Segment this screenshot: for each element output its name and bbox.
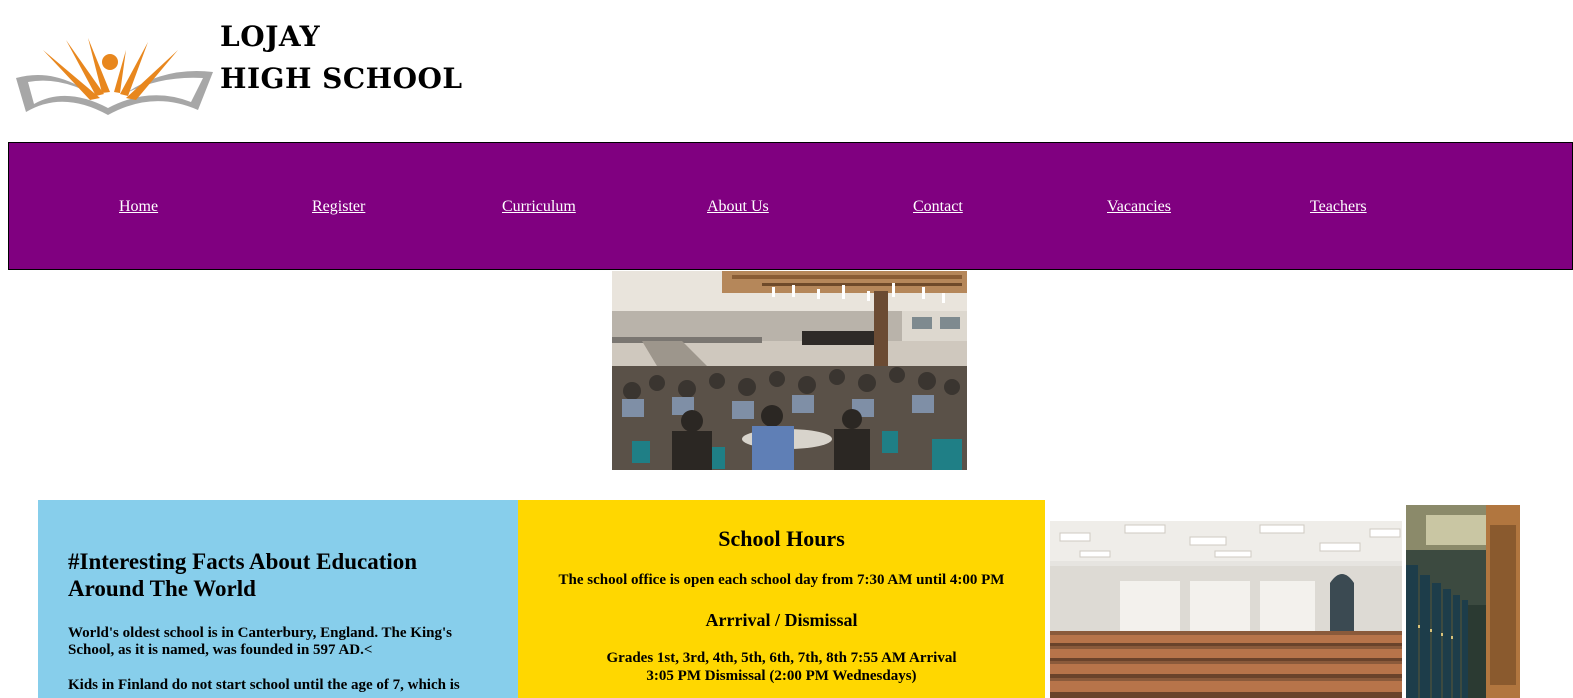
main-nav: Home Register Curriculum About Us Contac… — [8, 142, 1573, 270]
locker-hallway-photo — [1406, 505, 1520, 698]
arrival-dismissal-heading: Arrrival / Dismissal — [705, 610, 858, 630]
nav-link-register[interactable]: Register — [312, 198, 365, 216]
nav-link-teachers[interactable]: Teachers — [1310, 198, 1367, 216]
logo-text-lojay: LOJAY — [220, 20, 321, 53]
school-hours-heading: School Hours — [718, 526, 845, 551]
grades-dismissal-text: 3:05 PM Dismissal (2:00 PM Wednesdays) — [646, 668, 917, 684]
fact-paragraph: Kids in Finland do not start school unti… — [68, 677, 460, 693]
interesting-facts-panel: #Interesting Facts About Education Aroun… — [38, 500, 518, 698]
facts-heading: #Interesting Facts About Education Aroun… — [68, 549, 418, 601]
fact-paragraph: World's oldest school is in Canterbury, … — [68, 625, 452, 658]
logo-text-high-school: HIGH SCHOOL — [220, 62, 463, 95]
nav-link-home[interactable]: Home — [119, 198, 158, 216]
nav-link-curriculum[interactable]: Curriculum — [502, 198, 576, 216]
nav-link-about-us[interactable]: About Us — [707, 198, 769, 216]
cafeteria-photo — [612, 271, 967, 470]
office-hours-text: The school office is open each school da… — [558, 572, 1005, 588]
lecture-hall-photo — [1050, 521, 1402, 698]
grades-arrival-text: Grades 1st, 3rd, 4th, 5th, 6th, 7th, 8th… — [606, 650, 957, 666]
nav-link-vacancies[interactable]: Vacancies — [1107, 198, 1171, 216]
open-book-logo-icon — [16, 38, 213, 115]
nav-link-contact[interactable]: Contact — [913, 198, 963, 216]
school-hours-panel: School Hours The school office is open e… — [518, 500, 1045, 698]
school-logo[interactable]: LOJAY HIGH SCHOOL — [8, 14, 462, 124]
